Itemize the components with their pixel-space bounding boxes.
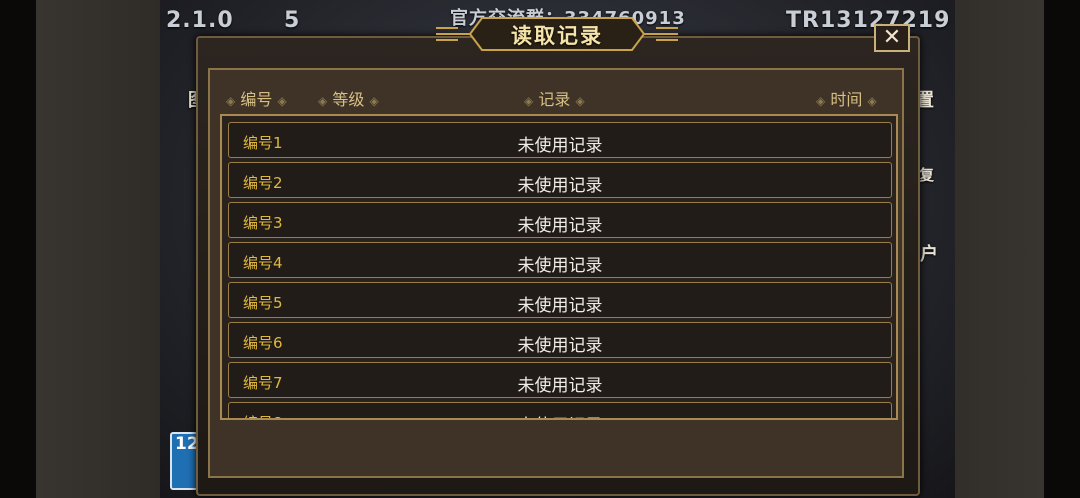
header-ornament-icon: ◈	[524, 94, 534, 108]
header-ornament-icon: ◈	[867, 94, 877, 108]
column-header-id: ◈ 编号 ◈	[226, 86, 287, 110]
record-row-8[interactable]: 编号8 未使用记录	[228, 402, 892, 418]
header-ornament-icon: ◈	[816, 94, 826, 108]
dialog-title: 读取记录	[511, 24, 603, 48]
header-record-label: 记录	[538, 90, 571, 109]
header-ornament-icon: ◈	[369, 94, 379, 108]
record-row-5[interactable]: 编号5 未使用记录	[228, 282, 892, 318]
record-status: 未使用记录	[229, 411, 891, 418]
record-row-7[interactable]: 编号7 未使用记录	[228, 362, 892, 398]
record-status: 未使用记录	[517, 216, 603, 236]
record-status: 未使用记录	[517, 336, 603, 356]
record-status: 未使用记录	[517, 296, 603, 316]
record-row-2[interactable]: 编号2 未使用记录	[228, 162, 892, 198]
left-black-edge	[0, 0, 36, 498]
right-black-edge	[1044, 0, 1080, 498]
record-status: 未使用记录	[517, 176, 603, 196]
header-id-label: 编号	[240, 90, 273, 109]
record-status: 未使用记录	[517, 136, 603, 156]
digit-label: 5	[284, 8, 301, 33]
dialog-title-plate: 读取记录	[432, 14, 682, 54]
column-header-time: ◈ 时间 ◈	[816, 86, 877, 110]
header-ornament-icon: ◈	[226, 94, 236, 108]
header-time-label: 时间	[830, 90, 863, 109]
record-status: 未使用记录	[517, 256, 603, 276]
header-level-label: 等级	[332, 90, 365, 109]
version-label: 2.1.0	[166, 8, 234, 33]
close-button[interactable]: ✕	[874, 24, 910, 52]
record-row-6[interactable]: 编号6 未使用记录	[228, 322, 892, 358]
header-ornament-icon: ◈	[277, 94, 287, 108]
left-decorative-panel	[36, 0, 160, 498]
record-row-3[interactable]: 编号3 未使用记录	[228, 202, 892, 238]
header-ornament-icon: ◈	[318, 94, 328, 108]
record-row-4[interactable]: 编号4 未使用记录	[228, 242, 892, 278]
account-id-label: TR13127219	[786, 8, 951, 33]
record-status: 未使用记录	[517, 376, 603, 396]
column-header-record: ◈ 记录 ◈	[524, 86, 585, 110]
close-icon[interactable]: ✕	[883, 25, 901, 50]
column-header-level: ◈ 等级 ◈	[318, 86, 379, 110]
record-row-1[interactable]: 编号1 未使用记录	[228, 122, 892, 158]
record-list[interactable]: 编号1 未使用记录 编号2 未使用记录 编号3 未使用记录 编号4 未使用记录 …	[220, 114, 898, 420]
header-ornament-icon: ◈	[575, 94, 585, 108]
